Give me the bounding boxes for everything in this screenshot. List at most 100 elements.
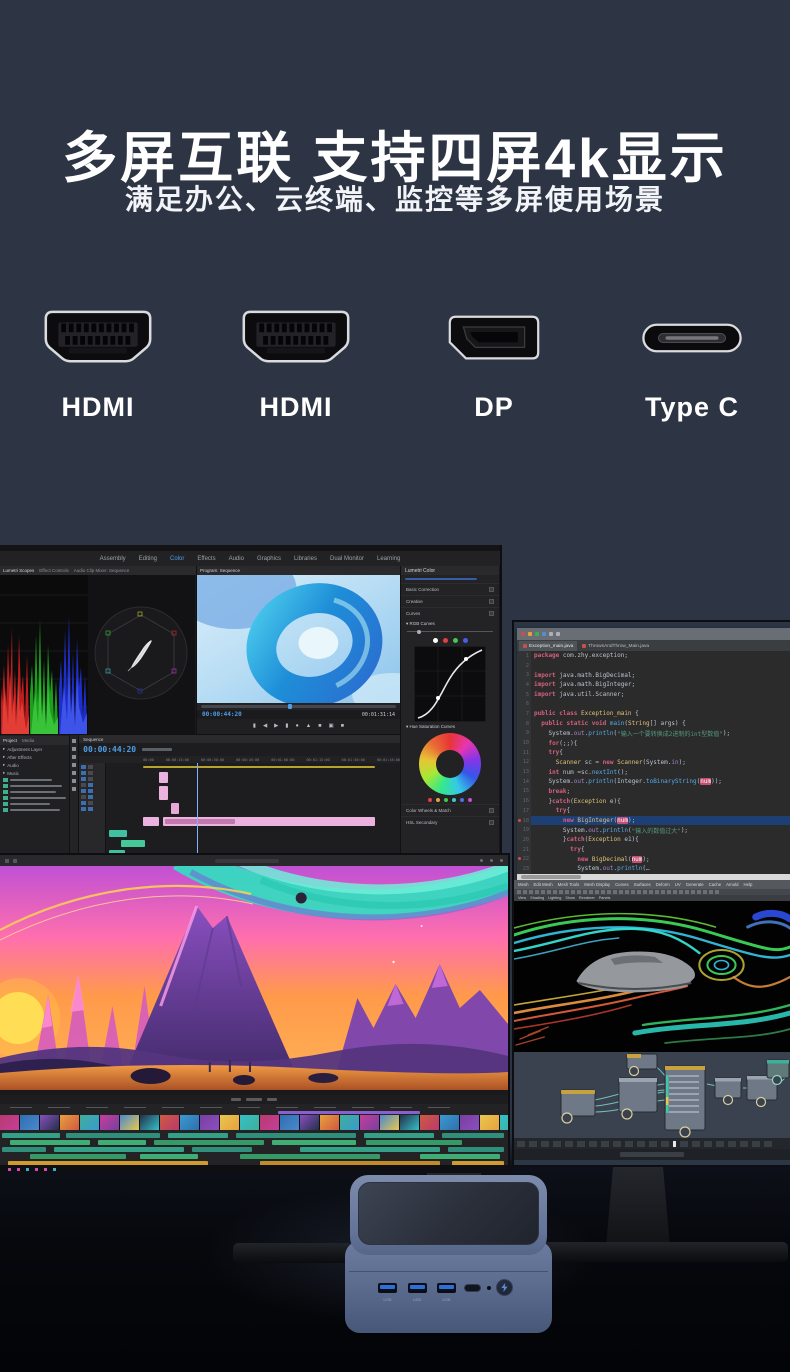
shelf-tool-icon[interactable] [523,890,527,894]
video-clip[interactable] [159,786,168,800]
timeline-bar[interactable] [2,1147,46,1152]
maya-panel-menu-lighting[interactable]: Lighting [548,896,561,900]
shelf-tool-icon[interactable] [631,890,635,894]
shelf-tool-icon[interactable] [613,890,617,894]
program-scrubber[interactable] [197,703,400,710]
timeline-bar[interactable] [272,1140,356,1145]
maya-menu-cache[interactable]: Cache [709,882,721,887]
blue-channel-dot[interactable] [463,638,468,643]
project-clip-item[interactable] [0,807,69,813]
shelf-tool-icon[interactable] [673,890,677,894]
build-icon[interactable] [535,632,539,636]
workspace-tab-effects[interactable]: Effects [197,556,215,562]
shelf-tool-icon[interactable] [529,890,533,894]
lumetri-section-hsl-secondary[interactable]: HSL Secondary [401,816,499,828]
pen-tool-icon[interactable] [72,779,76,783]
folder-expand-icon[interactable]: ▸ [3,746,5,752]
panel-tab[interactable]: Lumetri Scopes [3,568,34,573]
run-icon[interactable] [521,632,525,636]
workspace-tab-dual-monitor[interactable]: Dual Monitor [330,556,364,562]
shelf-tool-icon[interactable] [535,890,539,894]
node-graph[interactable] [514,1052,790,1138]
maya-panel-menu-shading[interactable]: Shading [530,896,544,900]
shelf-tool-icon[interactable] [685,890,689,894]
window-control-icon[interactable] [500,859,503,862]
section-checkbox[interactable] [489,599,494,604]
folder-expand-icon[interactable]: ▸ [3,770,5,776]
timeline-playhead[interactable] [197,763,198,854]
folder-expand-icon[interactable]: ▸ [3,762,5,768]
section-checkbox[interactable] [489,611,494,616]
workspace-tab-graphics[interactable]: Graphics [257,556,281,562]
timeline-bar[interactable] [366,1140,462,1145]
timeline-bar[interactable] [442,1133,504,1138]
import-icon[interactable] [13,859,17,863]
editor-tab-throwsandthrow-main-java[interactable]: ThrowsAndThrow_Main.java [578,641,653,651]
timeline-bar[interactable] [236,1133,356,1138]
transport-button[interactable]: ▮ [253,724,256,730]
curve-channel-dots[interactable] [401,635,499,645]
shelf-tool-icon[interactable] [589,890,593,894]
timeline-bar[interactable] [300,1147,440,1152]
timeline-bar[interactable] [260,1161,440,1165]
transport-button[interactable]: ▶ [274,724,278,730]
shelf-tool-icon[interactable] [625,890,629,894]
transport-button[interactable]: ■ [318,724,321,730]
folder-expand-icon[interactable]: ▸ [3,754,5,760]
shelf-tool-icon[interactable] [553,890,557,894]
shelf-tool-icon[interactable] [619,890,623,894]
hand-tool-icon[interactable] [72,787,76,791]
maya-menu-surfaces[interactable]: Surfaces [634,882,651,887]
redo-icon[interactable] [556,632,560,636]
shelf-tool-icon[interactable] [595,890,599,894]
timeline-bar[interactable] [2,1133,60,1138]
shelf-tool-icon[interactable] [559,890,563,894]
maya-menu-edit-mesh[interactable]: Edit Mesh [534,882,553,887]
code-editor[interactable]: 1package com.zhy.exception;23import java… [517,651,790,874]
maya-menu-mesh-display[interactable]: Mesh Display [584,882,610,887]
transport-button[interactable]: ▣ [329,724,334,730]
undo-icon[interactable] [549,632,553,636]
timeline-bar[interactable] [420,1154,500,1159]
maya-menu-mesh-tools[interactable]: Mesh Tools [558,882,580,887]
shelf-tool-icon[interactable] [703,890,707,894]
maya-menu-uv[interactable]: UV [675,882,681,887]
shelf-tool-icon[interactable] [565,890,569,894]
timeline-bar[interactable] [54,1147,184,1152]
timeline-bar[interactable] [154,1140,264,1145]
project-item[interactable]: ▸Adjustment Layer [0,745,69,753]
lumetri-section-curves[interactable]: Curves [401,607,499,619]
long-video-clip[interactable] [163,817,375,826]
sequence-tab[interactable]: Sequence [83,737,103,742]
luma-channel-dot[interactable] [433,638,438,643]
transport-button[interactable]: ◀ [263,724,267,730]
selection-tool-icon[interactable] [72,739,76,743]
timeline-bar[interactable] [10,1140,90,1145]
workspace-tab-editing[interactable]: Editing [139,556,157,562]
workspace-tab-assembly[interactable]: Assembly [100,556,126,562]
workspace-tab-libraries[interactable]: Libraries [294,556,317,562]
transport-button[interactable]: ■ [341,724,344,730]
maya-panel-menu-show[interactable]: Show [565,896,575,900]
shelf-tool-icon[interactable] [697,890,701,894]
transport-button[interactable]: ▲ [306,724,311,730]
timeline-bar[interactable] [30,1154,126,1159]
shelf-tool-icon[interactable] [607,890,611,894]
track-select-tool-icon[interactable] [72,747,76,751]
maya-menu-arnold[interactable]: Arnold [726,882,738,887]
lumetri-section-creative[interactable]: Creative [401,595,499,607]
clip-filmstrip[interactable] [0,1115,508,1130]
shelf-tool-icon[interactable] [517,890,521,894]
timeline-bar[interactable] [98,1140,146,1145]
shelf-tool-icon[interactable] [583,890,587,894]
rgb-curves-label[interactable]: ▾ RGB Curves [406,621,435,627]
video-clip[interactable] [159,772,168,783]
workspace-tab-learning[interactable]: Learning [377,556,400,562]
timeline-bar[interactable] [192,1147,252,1152]
slip-tool-icon[interactable] [72,771,76,775]
shelf-tool-icon[interactable] [715,890,719,894]
shelf-tool-icon[interactable] [709,890,713,894]
program-panel-title[interactable]: Program: Sequence [200,568,240,573]
shelf-tool-icon[interactable] [601,890,605,894]
project-item[interactable]: ▸Audio [0,761,69,769]
